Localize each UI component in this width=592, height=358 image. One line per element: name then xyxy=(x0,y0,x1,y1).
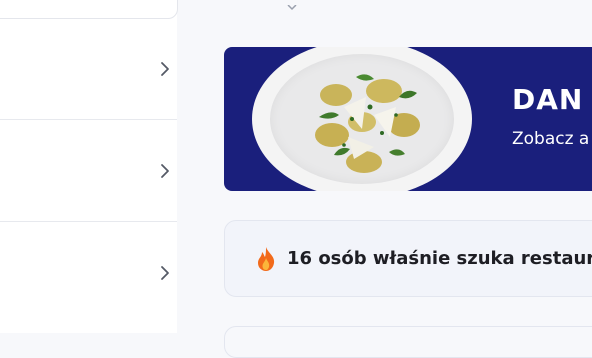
chevron-right-icon xyxy=(159,265,171,281)
next-card[interactable] xyxy=(224,326,592,358)
fire-icon xyxy=(258,247,275,271)
chevron-down-icon xyxy=(287,0,297,11)
promo-banner[interactable]: DAN Zobacz a xyxy=(224,47,592,191)
list-item[interactable] xyxy=(0,222,177,323)
sidebar-list xyxy=(0,0,178,333)
banner-subtitle: Zobacz a xyxy=(512,129,590,149)
banner-title: DAN xyxy=(512,83,584,116)
ravioli-dish-image xyxy=(315,74,420,173)
list-item[interactable] xyxy=(0,18,177,120)
chevron-right-icon xyxy=(159,163,171,179)
notice-text: 16 osób właśnie szuka restaurac xyxy=(287,248,592,269)
list-item[interactable] xyxy=(0,120,177,222)
chevron-right-icon xyxy=(159,61,171,77)
sidebar-top-card[interactable] xyxy=(0,0,178,19)
activity-notice: 16 osób właśnie szuka restaurac xyxy=(224,220,592,297)
